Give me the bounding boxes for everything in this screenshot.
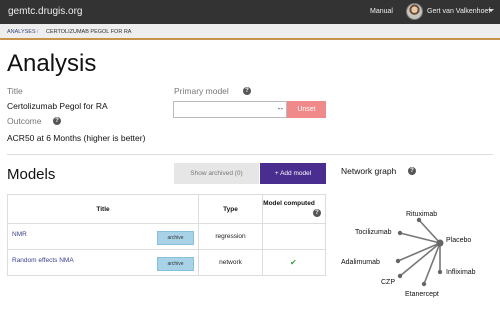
title-label: Title <box>7 86 23 96</box>
avatar[interactable] <box>406 3 423 20</box>
add-model-label: + Add model <box>274 170 312 177</box>
model-link[interactable]: Random effects NMA <box>12 257 74 264</box>
network-graph: Rituximab Tocilizumab Placebo Adalimumab Inf… <box>341 211 476 298</box>
column-header-model-computed: Model computed <box>263 200 315 207</box>
primary-model-value: -- <box>277 104 283 113</box>
outcome-value: ACR50 at 6 Months (higher is better) <box>7 133 146 143</box>
column-header-title: Title <box>96 206 110 213</box>
add-model-button[interactable]: + Add model <box>260 163 326 184</box>
graph-node-rituximab <box>416 217 422 223</box>
column-header-type: Type <box>223 206 238 213</box>
graph-label-adalimumab: Adalimumab <box>341 259 380 266</box>
primary-model-select[interactable]: -- <box>173 101 287 118</box>
model-type: network <box>219 259 242 266</box>
page-title: Analysis <box>7 50 97 77</box>
breadcrumb-current: CERTOLIZUMAB PEGOL FOR RA <box>46 29 132 35</box>
help-icon[interactable]: ? <box>243 87 251 95</box>
graph-edge-placebo-tocilizumab <box>399 232 441 244</box>
top-navbar: gemtc.drugis.org Manual Gert van Valkenh… <box>0 0 500 24</box>
primary-model-label: Primary model <box>174 86 229 96</box>
models-table: Title Type Model computed ? NMR archive … <box>7 194 326 276</box>
model-link[interactable]: NMR <box>12 231 27 238</box>
graph-label-czp: CZP <box>381 279 395 286</box>
show-archived-label: Show archived (0) <box>190 170 243 177</box>
network-graph-heading: Network graph <box>341 166 397 176</box>
graph-node-adalimumab <box>395 258 401 264</box>
breadcrumb: ANALYSES / CERTOLIZUMAB PEGOL FOR RA <box>0 24 500 40</box>
brand-link[interactable]: gemtc.drugis.org <box>8 6 82 17</box>
manual-link[interactable]: Manual <box>370 8 393 15</box>
title-value: Certolizumab Pegol for RA <box>7 101 108 111</box>
table-header-row: Title Type Model computed ? <box>8 195 325 223</box>
breadcrumb-analyses[interactable]: ANALYSES <box>7 29 36 35</box>
graph-label-placebo: Placebo <box>446 237 471 244</box>
model-type: regression <box>215 233 246 240</box>
breadcrumb-separator: / <box>37 29 39 35</box>
table-row: NMR archive regression <box>8 223 325 249</box>
help-icon[interactable]: ? <box>408 167 416 175</box>
graph-node-czp <box>397 273 403 279</box>
graph-label-infliximab: Infliximab <box>446 269 476 276</box>
models-heading: Models <box>7 166 56 183</box>
unset-button[interactable]: Unset <box>287 101 326 118</box>
archive-button[interactable]: archive <box>157 257 194 271</box>
graph-node-infliximab <box>437 269 443 275</box>
show-archived-button[interactable]: Show archived (0) <box>174 163 259 184</box>
table-row: Random effects NMA archive network ✔ <box>8 249 325 275</box>
divider <box>7 154 493 155</box>
archive-button[interactable]: archive <box>157 231 194 245</box>
graph-label-tocilizumab: Tocilizumab <box>355 229 392 236</box>
graph-node-etanercept <box>421 281 427 287</box>
chevron-down-icon[interactable] <box>488 9 494 12</box>
graph-edge-placebo-rituximab <box>418 219 441 244</box>
graph-node-tocilizumab <box>397 230 403 236</box>
graph-node-placebo <box>436 239 444 247</box>
help-icon[interactable]: ? <box>313 209 321 217</box>
graph-label-rituximab: Rituximab <box>406 211 437 218</box>
outcome-label: Outcome <box>7 116 42 126</box>
graph-label-etanercept: Etanercept <box>405 291 439 298</box>
checkmark-icon: ✔ <box>290 258 297 267</box>
user-menu[interactable]: Gert van Valkenhoef <box>427 8 490 15</box>
help-icon[interactable]: ? <box>53 117 61 125</box>
